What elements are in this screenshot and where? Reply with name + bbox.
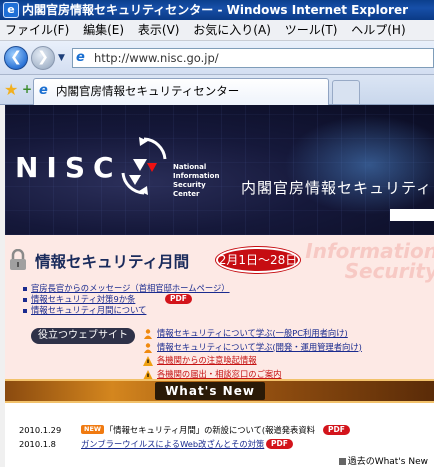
- useful-websites-label: 役立つウェブサイト: [31, 328, 135, 344]
- news-date: 2010.1.8: [19, 439, 56, 449]
- page-viewport: NISC National Information Security Cente…: [0, 105, 434, 467]
- org-name-english: National Information Security Center: [173, 163, 220, 198]
- list-item: 情報セキュリティについて学ぶ(一般PC利用者向け): [143, 327, 433, 341]
- forward-button[interactable]: ❯: [31, 46, 55, 70]
- tab-label: 内閣官房情報セキュリティセンター: [56, 84, 240, 98]
- whats-new-bar: What's New: [5, 379, 434, 403]
- list-item: 官房長官からのメッセージ（首相官邸ホームページ）: [23, 283, 323, 294]
- menu-file[interactable]: ファイル(F): [0, 20, 74, 40]
- new-badge: NEW: [81, 425, 105, 434]
- address-bar[interactable]: e http://www.nisc.go.jp/: [72, 48, 434, 68]
- menu-view[interactable]: 表示(V): [133, 20, 185, 40]
- list-item: 情報セキュリティ月間について: [23, 305, 323, 316]
- window-titlebar: e 内閣官房情報セキュリティセンター - Windows Internet Ex…: [0, 0, 434, 20]
- bullet-icon: [23, 287, 27, 291]
- news-row: 2010.1.8 ガンブラーウイルスによるWeb改ざんとその対策 PDF: [5, 436, 434, 452]
- ie-app-icon: e: [3, 2, 19, 18]
- past-whats-new-link[interactable]: 過去のWhat's New: [338, 454, 428, 467]
- bullet-icon: [23, 309, 27, 313]
- nisc-logo[interactable]: NISC: [15, 151, 122, 184]
- menu-tools[interactable]: ツール(T): [280, 20, 343, 40]
- security-month-section: Information Security 情報セキュリティ月間 2月1日〜28日…: [5, 235, 434, 381]
- navigation-bar: ❮ ❯ ▼ e http://www.nisc.go.jp/: [0, 41, 434, 75]
- history-dropdown-icon[interactable]: ▼: [58, 53, 65, 63]
- org-name-japanese: 内閣官房情報セキュリティ: [241, 179, 433, 197]
- security-month-links: 官房長官からのメッセージ（首相官邸ホームページ） 情報セキュリティ対策9か条 P…: [23, 283, 323, 316]
- back-button[interactable]: ❮: [4, 46, 28, 70]
- background-wordmark: Information Security: [305, 239, 434, 283]
- learn-admins-link[interactable]: 情報セキュリティについて学ぶ(開発・運用管理者向け): [157, 341, 362, 355]
- menu-help[interactable]: ヘルプ(H): [346, 20, 410, 40]
- tab-bar: ★ + e 内閣官房情報セキュリティセンター: [0, 75, 434, 105]
- address-url[interactable]: http://www.nisc.go.jp/: [94, 49, 219, 67]
- ie-tab-icon: e: [39, 83, 48, 98]
- menu-bar: ファイル(F) 編集(E) 表示(V) お気に入り(A) ツール(T) ヘルプ(…: [0, 20, 434, 41]
- menu-favorites[interactable]: お気に入り(A): [188, 20, 276, 40]
- arrow-icon: [338, 458, 346, 465]
- list-item: 情報セキュリティについて学ぶ(開発・運用管理者向け): [143, 341, 433, 355]
- person-icon: [144, 329, 152, 339]
- list-item: 情報セキュリティ対策9か条 PDF: [23, 294, 323, 305]
- tab-nisc[interactable]: e 内閣官房情報セキュリティセンター: [33, 78, 329, 105]
- banner-white-bar: [390, 209, 434, 221]
- chief-secretary-message-link[interactable]: 官房長官からのメッセージ（首相官邸ホームページ）: [31, 283, 230, 294]
- pdf-badge[interactable]: PDF: [165, 294, 192, 304]
- window-title: 内閣官房情報セキュリティセンター - Windows Internet Expl…: [22, 3, 409, 17]
- list-item: 各機関からの注意喚起情報: [143, 354, 433, 368]
- news-link[interactable]: ガンブラーウイルスによるWeb改ざんとその対策: [81, 436, 264, 452]
- alerts-link[interactable]: 各機関からの注意喚起情報: [157, 354, 257, 368]
- learn-general-users-link[interactable]: 情報セキュリティについて学ぶ(一般PC利用者向け): [157, 327, 348, 341]
- useful-websites-list: 情報セキュリティについて学ぶ(一般PC利用者向け) 情報セキュリティについて学ぶ…: [143, 327, 433, 381]
- nine-measures-link[interactable]: 情報セキュリティ対策9か条: [31, 294, 135, 305]
- person-icon: [144, 342, 152, 353]
- add-favorites-icon[interactable]: +: [22, 82, 32, 96]
- pdf-badge[interactable]: PDF: [266, 439, 293, 449]
- menu-edit[interactable]: 編集(E): [78, 20, 129, 40]
- ie-page-icon: e: [76, 50, 85, 65]
- news-list: 2010.1.29 NEW 「情報セキュリティ月間」の新設について(報道発表資料…: [5, 403, 434, 467]
- lock-icon: [10, 249, 26, 270]
- security-month-heading: 情報セキュリティ月間: [35, 253, 190, 271]
- about-security-month-link[interactable]: 情報セキュリティ月間について: [31, 305, 146, 316]
- nisc-emblem-icon: [121, 137, 167, 195]
- date-range-badge: 2月1日〜28日: [216, 247, 300, 273]
- favorites-star-icon[interactable]: ★: [4, 80, 18, 99]
- bullet-icon: [23, 298, 27, 302]
- new-tab-button[interactable]: [332, 80, 360, 104]
- pdf-badge[interactable]: PDF: [323, 425, 350, 435]
- site-banner: NISC National Information Security Cente…: [5, 105, 434, 235]
- banner-glow-decoration: [284, 115, 434, 215]
- warning-icon: [143, 356, 153, 366]
- warning-icon: [143, 369, 153, 380]
- whats-new-title: What's New: [155, 382, 265, 400]
